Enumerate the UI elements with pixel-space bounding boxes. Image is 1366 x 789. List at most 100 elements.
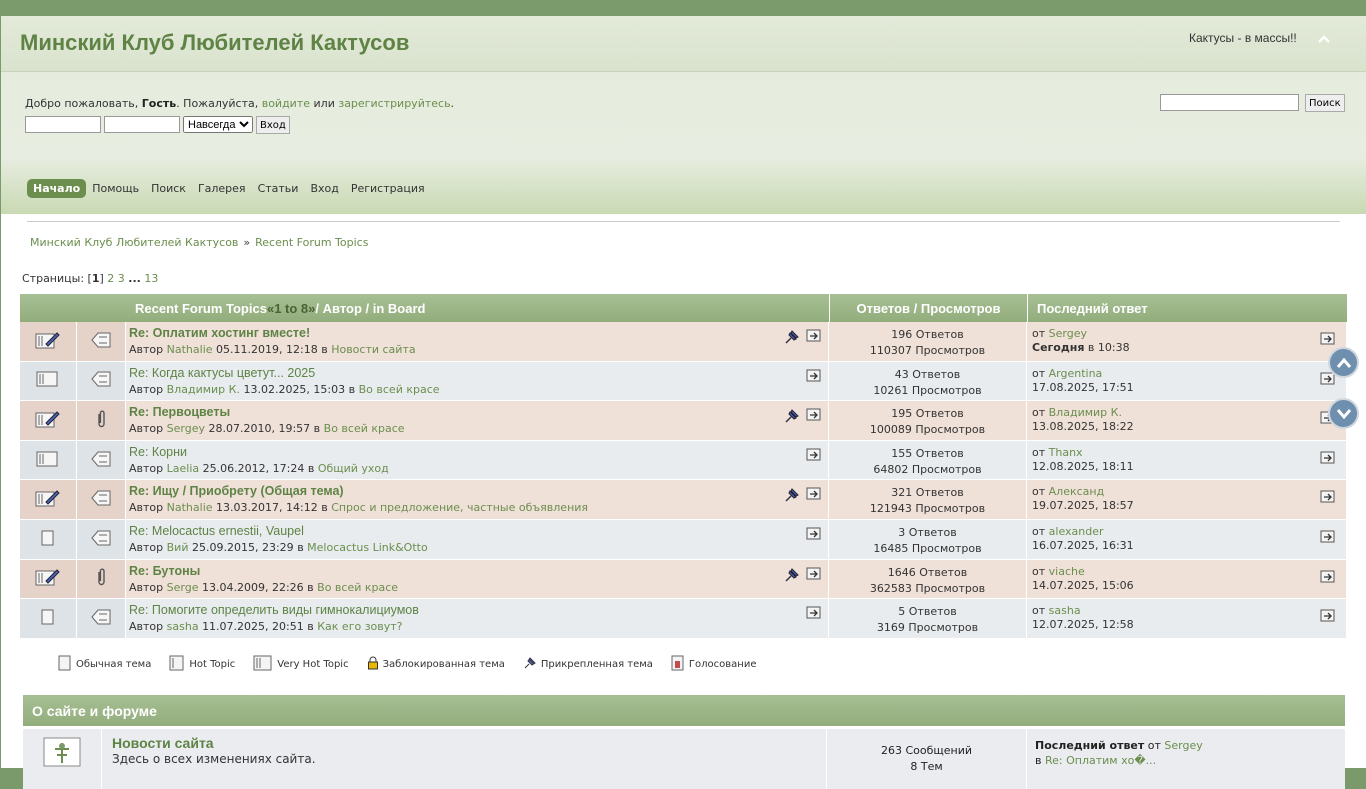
last-post-icon[interactable] bbox=[1320, 530, 1336, 548]
menu-item-4[interactable]: Статьи bbox=[252, 179, 305, 198]
board-logo-icon[interactable] bbox=[43, 737, 81, 789]
topic-subject-cell: Re: Корни Автор Laelia 25.06.2012, 17:24 … bbox=[126, 440, 829, 480]
topic-board-link[interactable]: Новости сайта bbox=[331, 343, 415, 356]
login-button[interactable]: Вход bbox=[256, 116, 290, 134]
new-posts-icon[interactable] bbox=[806, 606, 822, 623]
new-posts-icon[interactable] bbox=[806, 487, 822, 506]
topic-views: 10261 Просмотров bbox=[873, 383, 982, 397]
last-user-link[interactable]: Sergey bbox=[1049, 327, 1087, 340]
scroll-down-button[interactable] bbox=[1328, 398, 1359, 429]
table-row: Re: Корни Автор Laelia 25.06.2012, 17:24 … bbox=[20, 440, 1347, 481]
last-post-icon[interactable] bbox=[1320, 451, 1336, 469]
topic-author-link[interactable]: sasha bbox=[167, 620, 199, 633]
topic-title-link[interactable]: Re: Первоцветы bbox=[129, 405, 825, 419]
topic-date: 13.02.2025, 15:03 bbox=[243, 382, 346, 396]
search-input[interactable] bbox=[1160, 94, 1299, 111]
last-by-label: от bbox=[1032, 485, 1046, 499]
last-user-link[interactable]: Владимир К. bbox=[1049, 406, 1122, 419]
hot-topic-icon bbox=[35, 330, 61, 353]
menu-item-0[interactable]: Начало bbox=[27, 179, 87, 198]
forum-title[interactable]: Минский Клуб Любителей Кактусов bbox=[20, 30, 409, 56]
topic-flags bbox=[806, 448, 822, 465]
topic-title-link[interactable]: Re: Помогите определить виды гимнокалици… bbox=[129, 603, 825, 617]
topic-title-link[interactable]: Re: Бутоны bbox=[129, 564, 825, 578]
topic-last-cell: от Александ 19.07.2025, 18:57 bbox=[1027, 480, 1347, 519]
last-post-icon[interactable] bbox=[1320, 332, 1336, 350]
new-posts-icon[interactable] bbox=[806, 369, 822, 386]
page-13-link[interactable]: 13 bbox=[144, 272, 158, 285]
topic-board-link[interactable]: Спрос и предложение, частные объявления bbox=[331, 501, 588, 514]
topic-board-link[interactable]: Во всей красе bbox=[324, 422, 405, 435]
menu-item-6[interactable]: Регистрация bbox=[345, 179, 431, 198]
session-duration-select[interactable]: Навсегда bbox=[183, 116, 253, 133]
legend-hot-label: Hot Topic bbox=[189, 659, 236, 670]
menu-item-2[interactable]: Поиск bbox=[145, 179, 192, 198]
topic-meta: Автор Serge 13.04.2009, 22:26 в Во всей … bbox=[129, 581, 825, 594]
new-posts-icon[interactable] bbox=[806, 527, 822, 544]
table-row: Re: Когда кактусы цветут... 2025 Автор Вл… bbox=[20, 361, 1347, 402]
new-posts-icon[interactable] bbox=[806, 408, 822, 427]
search-button[interactable]: Поиск bbox=[1305, 94, 1345, 112]
last-post-icon[interactable] bbox=[1320, 609, 1336, 627]
last-user-link[interactable]: viache bbox=[1049, 565, 1085, 578]
scroll-up-button[interactable] bbox=[1328, 347, 1359, 378]
username-input[interactable] bbox=[25, 116, 101, 133]
topic-type-cell bbox=[77, 559, 126, 599]
topic-author-link[interactable]: Вий bbox=[167, 541, 189, 554]
topic-title-link[interactable]: Re: Melocactus ernestii, Vaupel bbox=[129, 524, 825, 538]
menu-item-3[interactable]: Галерея bbox=[192, 179, 252, 198]
board-last-user[interactable]: Sergey bbox=[1164, 739, 1202, 752]
topic-author-link[interactable]: Serge bbox=[167, 581, 199, 594]
topic-stats-cell: 195 Ответов 100089 Просмотров bbox=[829, 401, 1027, 440]
page-3-link[interactable]: 3 bbox=[118, 272, 125, 285]
topic-author-link[interactable]: Sergey bbox=[167, 422, 205, 435]
message-icon bbox=[90, 529, 112, 550]
collapse-header-icon[interactable] bbox=[1317, 32, 1331, 48]
pin-icon bbox=[784, 329, 800, 348]
new-posts-icon[interactable] bbox=[806, 448, 822, 465]
topic-board-link[interactable]: Во всей красе bbox=[359, 383, 440, 396]
board-last-by: от bbox=[1144, 739, 1165, 752]
register-link[interactable]: зарегистрируйтесь bbox=[338, 97, 450, 110]
last-user-link[interactable]: Александ bbox=[1049, 485, 1105, 498]
menu-item-5[interactable]: Вход bbox=[304, 179, 344, 198]
last-user-link[interactable]: sasha bbox=[1049, 604, 1081, 617]
topic-board-link[interactable]: Melocactus Link&Otto bbox=[307, 541, 428, 554]
topic-board-link[interactable]: Как его зовут? bbox=[317, 620, 402, 633]
header-range: 1 to 8 bbox=[274, 300, 309, 316]
menu-item-1[interactable]: Помощь bbox=[86, 179, 145, 198]
topic-author-link[interactable]: Laelia bbox=[167, 462, 200, 475]
breadcrumb-home[interactable]: Минский Клуб Любителей Кактусов bbox=[30, 236, 238, 249]
page-2-link[interactable]: 2 bbox=[107, 272, 114, 285]
header-title[interactable]: Recent Forum Topics bbox=[135, 301, 267, 316]
topic-author-link[interactable]: Nathalie bbox=[167, 343, 213, 356]
last-user-link[interactable]: Argentina bbox=[1049, 367, 1103, 380]
welcome-text: Добро пожаловать, Гость. Пожалуйста, вой… bbox=[25, 97, 454, 110]
category-title[interactable]: О сайте и форуме bbox=[23, 695, 1345, 726]
table-row: Re: Оплатим хостинг вместе! Автор Nathali… bbox=[20, 322, 1347, 362]
topic-title-link[interactable]: Re: Ищу / Приобрету (Общая тема) bbox=[129, 484, 825, 498]
legend-normal-label: Обычная тема bbox=[76, 659, 152, 670]
board-name-link[interactable]: Новости сайта bbox=[112, 735, 816, 751]
topic-title-link[interactable]: Re: Корни bbox=[129, 445, 825, 459]
topic-author-link[interactable]: Nathalie bbox=[167, 501, 213, 514]
last-post-icon[interactable] bbox=[1320, 570, 1336, 588]
board-last-topic[interactable]: Re: Оплатим хо�... bbox=[1045, 754, 1156, 767]
topic-board-link[interactable]: Общий уход bbox=[318, 462, 389, 475]
breadcrumb-current[interactable]: Recent Forum Topics bbox=[255, 236, 368, 249]
last-user-link[interactable]: alexander bbox=[1049, 525, 1104, 538]
pin-icon bbox=[784, 487, 800, 506]
topic-title-link[interactable]: Re: Когда кактусы цветут... 2025 bbox=[129, 366, 825, 380]
last-by-label: от bbox=[1032, 406, 1046, 420]
topic-title-link[interactable]: Re: Оплатим хостинг вместе! bbox=[129, 326, 825, 340]
password-input[interactable] bbox=[104, 116, 180, 133]
very-hot-topic-icon bbox=[253, 655, 273, 674]
topic-replies: 321 Ответов bbox=[891, 486, 964, 500]
last-user-link[interactable]: Thanx bbox=[1049, 446, 1083, 459]
last-post-icon[interactable] bbox=[1320, 490, 1336, 508]
topic-board-link[interactable]: Во всей красе bbox=[317, 581, 398, 594]
login-link[interactable]: войдите bbox=[262, 97, 310, 110]
new-posts-icon[interactable] bbox=[806, 329, 822, 348]
new-posts-icon[interactable] bbox=[806, 567, 822, 586]
topic-author-link[interactable]: Владимир К. bbox=[167, 383, 240, 396]
